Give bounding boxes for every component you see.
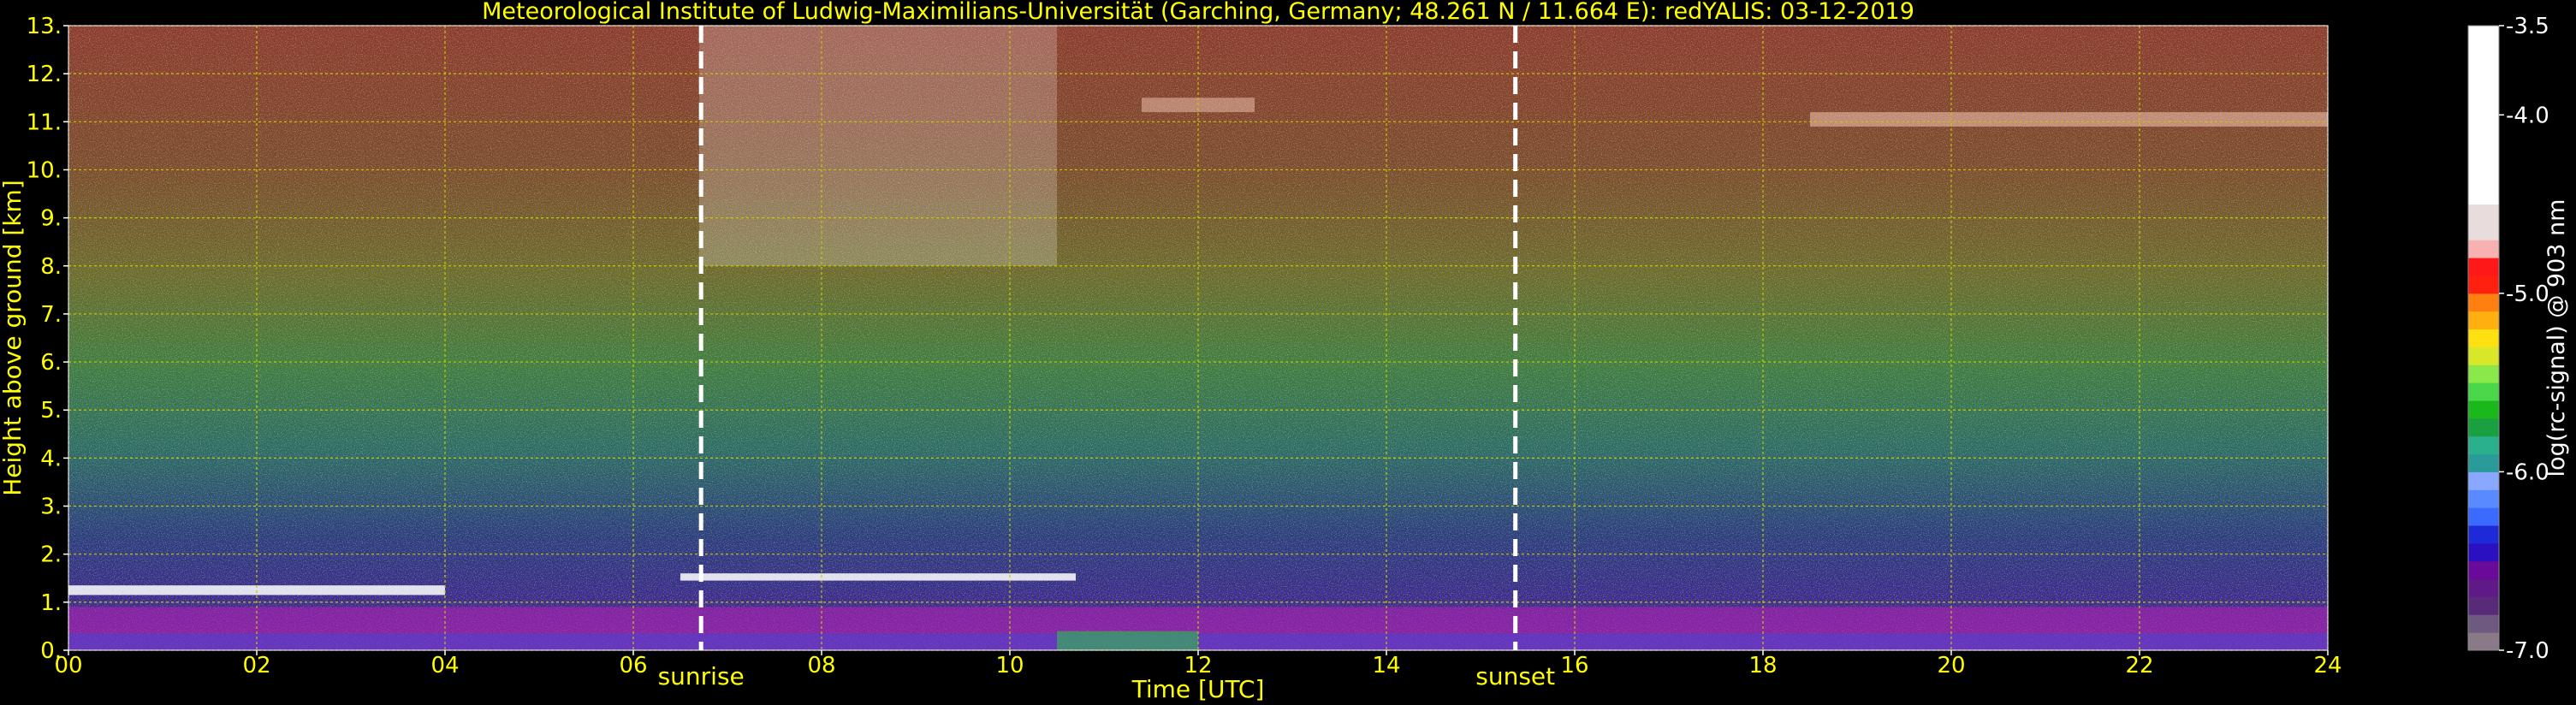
y-tick-label: 0.: [40, 638, 62, 664]
colorbar-band: [2468, 240, 2499, 258]
colorbar-band: [2468, 435, 2499, 455]
cirrus-layer: [1810, 112, 2328, 127]
y-axis-label: Height above ground [km]: [0, 180, 27, 496]
y-tick-label: 13.: [27, 14, 62, 39]
daylight-noise: [699, 26, 1057, 266]
colorbar-tick-label: -7.0: [2506, 638, 2549, 664]
x-tick-label: 14: [1372, 653, 1400, 678]
x-tick-label: 16: [1560, 653, 1588, 678]
x-tick-label: 20: [1937, 653, 1965, 678]
y-tick-label: 3.: [40, 495, 62, 520]
colorbar-tick-label: -4.0: [2506, 103, 2549, 128]
colorbar-band: [2468, 400, 2499, 419]
y-axis: 0. 1. 2. 3. 4. 5. 6. 7. 8. 9. 10. 11. 12. 13.: [27, 14, 68, 664]
y-tick-label: 5.: [40, 398, 62, 424]
colorbar-band: [2468, 418, 2499, 437]
colorbar-band: [2468, 382, 2499, 401]
x-tick-label: 08: [807, 653, 835, 678]
colorbar-band: [2468, 204, 2499, 240]
x-axis-label: Time [UTC]: [1131, 675, 1265, 703]
x-tick-label: 24: [2313, 653, 2342, 678]
colorbar-band: [2468, 507, 2499, 526]
colorbar-band: [2468, 26, 2499, 205]
y-tick-label: 12.: [27, 62, 62, 87]
chart: sunrise sunset 00 02 04 06 08 10 12 14 16 18 20 22 24…: [0, 0, 2570, 703]
colorbar-band: [2468, 293, 2499, 312]
colorbar-tick-label: -3.5: [2506, 14, 2549, 39]
y-tick-label: 8.: [40, 254, 62, 280]
colorbar-band: [2468, 364, 2499, 383]
colorbar-band: [2468, 525, 2499, 544]
y-tick-label: 4.: [40, 446, 62, 471]
colorbar-band: [2468, 311, 2499, 330]
x-tick-label: 06: [619, 653, 647, 678]
colorbar-band: [2468, 329, 2499, 347]
colorbar-band: [2468, 347, 2499, 365]
y-tick-label: 6.: [40, 350, 62, 376]
x-tick-label: 02: [242, 653, 270, 678]
colorbar: -7.0-6.0-5.0-4.0-3.5: [2467, 14, 2549, 664]
colorbar-band: [2468, 258, 2499, 276]
x-tick-label: 22: [2125, 653, 2153, 678]
colorbar-band: [2468, 275, 2499, 294]
y-tick-label: 1.: [40, 590, 62, 616]
colorbar-band: [2468, 614, 2499, 633]
y-tick-label: 2.: [40, 542, 62, 568]
y-tick-label: 10.: [27, 157, 62, 183]
y-tick-label: 11.: [27, 110, 62, 135]
colorbar-band: [2468, 560, 2499, 580]
y-tick-label: 7.: [40, 302, 62, 328]
marker-label: sunrise: [658, 662, 745, 690]
colorbar-band: [2468, 596, 2499, 615]
colorbar-band: [2468, 471, 2499, 490]
colorbar-band: [2468, 489, 2499, 508]
chart-title: Meteorological Institute of Ludwig-Maxim…: [482, 0, 1914, 25]
colorbar-band: [2468, 453, 2499, 472]
cloud-base-morning: [680, 573, 1076, 581]
colorbar-label: log(rc-signal) @ 903 nm: [2543, 199, 2570, 477]
x-tick-label: 04: [430, 653, 459, 678]
green-patch: [1057, 631, 1198, 650]
x-tick-label: 10: [995, 653, 1024, 678]
x-tick-label: 18: [1748, 653, 1777, 678]
marker-label: sunset: [1475, 662, 1555, 690]
y-tick-label: 9.: [40, 206, 62, 232]
colorbar-band: [2468, 542, 2499, 562]
colorbar-band: [2468, 632, 2499, 651]
colorbar-band: [2468, 578, 2499, 597]
